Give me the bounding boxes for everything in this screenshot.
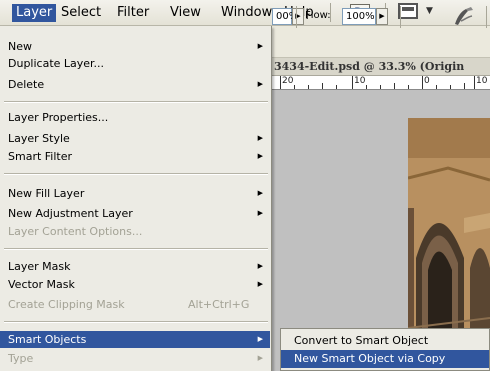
menu-item-label: Layer Content Options... <box>8 225 143 238</box>
submenu-arrow-icon: ▶ <box>257 354 263 362</box>
layer-menu: New ▶ Duplicate Layer... Delete ▶ Layer Pr… <box>0 26 272 371</box>
opacity-input[interactable]: 00% <box>272 8 298 25</box>
options-divider <box>296 6 297 28</box>
screen-mode-icon[interactable] <box>398 3 420 21</box>
menu-item-create-clipping-mask: Create Clipping Mask Alt+Ctrl+G <box>0 296 270 313</box>
menu-item-new-adjustment-layer[interactable]: New Adjustment Layer ▶ <box>0 205 270 222</box>
submenu-arrow-icon: ▶ <box>257 262 263 270</box>
menu-layer[interactable]: Layer <box>12 4 57 22</box>
options-divider <box>400 6 401 28</box>
menu-item-layer-style[interactable]: Layer Style ▶ <box>0 130 270 147</box>
menu-item-label: Vector Mask <box>8 278 75 291</box>
menu-item-label: Layer Style <box>8 132 70 145</box>
submenu-item-new-smart-object-via-copy[interactable]: New Smart Object via Copy <box>281 350 489 368</box>
dropdown-caret-icon[interactable]: ▼ <box>426 6 433 16</box>
submenu-arrow-icon: ▶ <box>257 152 263 160</box>
menu-item-layer-properties[interactable]: Layer Properties... <box>0 109 270 126</box>
submenu-item-convert-to-smart-object[interactable]: Convert to Smart Object <box>281 332 489 350</box>
menu-item-vector-mask[interactable]: Vector Mask ▶ <box>0 276 270 293</box>
menu-item-label: Smart Filter <box>8 150 73 163</box>
menu-item-label: New Fill Layer <box>8 187 85 200</box>
menu-item-label: Create Clipping Mask <box>8 298 125 311</box>
ruler-label: 10 <box>354 76 366 86</box>
flow-input[interactable]: 100% <box>342 8 376 25</box>
menu-item-new-fill-layer[interactable]: New Fill Layer ▶ <box>0 185 270 202</box>
ruler-label: 20 <box>282 76 294 86</box>
smart-objects-submenu: Convert to Smart Object New Smart Object… <box>280 328 490 371</box>
menu-item-smart-filter[interactable]: Smart Filter ▶ <box>0 148 270 165</box>
ruler-label: 0 <box>424 76 430 86</box>
document-tab[interactable]: 3434-Edit.psd @ 33.3% (Origin <box>268 58 490 76</box>
menu-window[interactable]: Window <box>217 4 276 22</box>
menu-item-shortcut: Alt+Ctrl+G <box>188 298 250 311</box>
menu-bar: Layer Select Filter View Window Help Br … <box>0 0 490 26</box>
menu-separator <box>4 173 268 175</box>
menu-separator <box>4 101 268 103</box>
menu-item-new[interactable]: New ▶ <box>0 38 270 55</box>
menu-separator <box>4 248 268 250</box>
menu-item-label: Delete <box>8 78 45 91</box>
options-bar <box>268 26 490 58</box>
submenu-arrow-icon: ▶ <box>257 189 263 197</box>
document-title: 3434-Edit.psd @ 33.3% (Origin <box>274 60 465 73</box>
submenu-arrow-icon: ▶ <box>257 134 263 142</box>
ruler-label: 10 <box>476 76 488 86</box>
flow-label: Flow: <box>305 10 331 21</box>
menu-item-label: Layer Mask <box>8 260 71 273</box>
menu-item-smart-objects[interactable]: Smart Objects ▶ <box>0 331 270 348</box>
submenu-arrow-icon: ▶ <box>257 80 263 88</box>
menu-item-layer-mask[interactable]: Layer Mask ▶ <box>0 258 270 275</box>
menu-item-label: Type <box>8 352 34 365</box>
dropdown-arrow-icon[interactable]: ▶ <box>376 8 388 25</box>
menu-select[interactable]: Select <box>57 4 105 22</box>
menu-item-label: Smart Objects <box>8 333 87 346</box>
menu-view[interactable]: View <box>166 4 205 22</box>
dropdown-arrow-icon[interactable]: ▶ <box>292 8 304 25</box>
menu-item-label: New Adjustment Layer <box>8 207 133 220</box>
menu-item-type: Type ▶ <box>0 350 270 367</box>
submenu-arrow-icon: ▶ <box>257 209 263 217</box>
airbrush-icon[interactable] <box>452 5 476 27</box>
menu-filter[interactable]: Filter <box>113 4 153 22</box>
submenu-arrow-icon: ▶ <box>257 42 263 50</box>
menu-item-label: Duplicate Layer... <box>8 57 105 70</box>
menu-separator <box>4 321 268 323</box>
menu-item-label: New <box>8 40 32 53</box>
horizontal-ruler: 20 10 0 10 <box>268 76 490 90</box>
menu-item-duplicate-layer[interactable]: Duplicate Layer... <box>0 55 270 72</box>
menu-item-delete[interactable]: Delete ▶ <box>0 76 270 93</box>
options-divider <box>486 6 487 28</box>
menu-item-label: Layer Properties... <box>8 111 109 124</box>
submenu-arrow-icon: ▶ <box>257 280 263 288</box>
menu-item-layer-content-options: Layer Content Options... <box>0 223 270 240</box>
submenu-arrow-icon: ▶ <box>257 335 263 343</box>
